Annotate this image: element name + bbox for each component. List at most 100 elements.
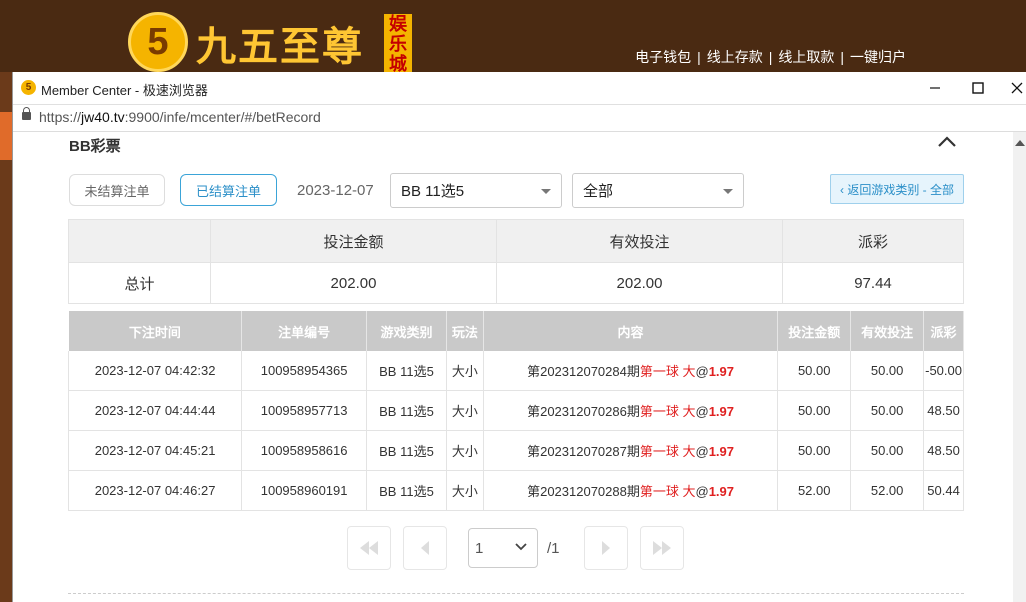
site-logo-badge: 娱 乐 城: [384, 14, 412, 74]
url-text[interactable]: https://jw40.tv:9900/infe/mcenter/#/betR…: [39, 109, 321, 125]
cell-play: 大小: [446, 351, 484, 391]
cell-time: 2023-12-07 04:44:44: [67, 390, 243, 431]
dropdown-caret-icon: [723, 189, 733, 194]
browser-logo-char: 5: [25, 82, 32, 93]
cell-play: 大小: [446, 470, 484, 511]
cell-game: BB 11选5: [366, 390, 447, 431]
cell-content: 第202312070284期第一球 大@1.97: [483, 351, 779, 391]
close-icon[interactable]: [1007, 78, 1026, 98]
window-title: Member Center - 极速浏览器: [41, 83, 208, 98]
content-pick: 第一球 大: [639, 484, 696, 499]
maximize-icon[interactable]: [968, 78, 988, 98]
content-odds: 1.97: [708, 364, 734, 379]
content-at: @: [695, 484, 709, 499]
last-page-icon[interactable]: [640, 526, 684, 570]
col-header-game: 游戏类别: [366, 311, 447, 351]
site-logo-icon: 5: [128, 12, 188, 72]
browser-window: 5 Member Center - 极速浏览器 https://jw40.tv:…: [12, 72, 1026, 602]
cell-bet: 50.00: [777, 430, 852, 471]
scroll-up-icon[interactable]: [1015, 138, 1025, 149]
cell-content: 第202312070286期第一球 大@1.97: [483, 390, 779, 431]
back-to-categories-button[interactable]: ‹ 返回游戏类别 - 全部: [830, 174, 964, 204]
url-host: jw40.tv: [81, 109, 125, 125]
cell-payout: 50.44: [923, 470, 964, 511]
content-pick: 第一球 大: [639, 404, 696, 419]
nav-separator: |: [840, 49, 844, 65]
cell-game: BB 11选5: [366, 470, 447, 511]
bottom-divider: [68, 593, 964, 594]
logo-char: 5: [147, 20, 169, 63]
content-period: 第202312070288期: [527, 484, 640, 499]
summary-header-payout: 派彩: [782, 219, 964, 263]
cell-bet: 50.00: [777, 351, 852, 391]
summary-total-bet: 202.00: [210, 262, 497, 304]
url-scheme: https://: [39, 109, 82, 125]
address-bar[interactable]: https://jw40.tv:9900/infe/mcenter/#/betR…: [13, 105, 1026, 132]
content-at: @: [695, 444, 709, 459]
browser-logo-icon: 5: [21, 80, 36, 95]
table-row: 2023-12-07 04:42:32 100958954365 BB 11选5…: [67, 351, 964, 391]
type-select[interactable]: 全部: [572, 173, 744, 208]
type-select-value: 全部: [583, 183, 614, 200]
minimize-icon[interactable]: [925, 78, 945, 98]
vertical-scrollbar[interactable]: [1013, 132, 1026, 602]
section-title: BB彩票: [69, 138, 121, 155]
date-filter[interactable]: 2023-12-07: [297, 182, 374, 199]
cell-valid: 50.00: [850, 430, 925, 471]
cell-id: 100958954365: [241, 351, 368, 391]
chevron-down-icon: [515, 542, 527, 555]
summary-total-row: 总计 202.00 202.00 97.44: [68, 262, 964, 304]
summary-total-label: 总计: [68, 262, 211, 304]
col-header-payout: 派彩: [923, 311, 964, 351]
site-header: 5 九五至尊 娱 乐 城 电子钱包 | 线上存款 | 线上取款 | 一键归户: [0, 0, 1026, 74]
table-row: 2023-12-07 04:45:21 100958958616 BB 11选5…: [67, 430, 964, 471]
badge-char: 乐: [389, 34, 407, 54]
nav-separator: |: [697, 49, 701, 65]
cell-content: 第202312070288期第一球 大@1.97: [483, 470, 779, 511]
page-select[interactable]: 1: [468, 528, 538, 568]
content-odds: 1.97: [708, 484, 734, 499]
next-page-icon[interactable]: [584, 526, 628, 570]
summary-header-bet: 投注金额: [210, 219, 497, 263]
url-path: :9900/infe/mcenter/#/betRecord: [124, 109, 321, 125]
content-pick: 第一球 大: [639, 364, 696, 379]
cell-bet: 52.00: [777, 470, 852, 511]
content-at: @: [695, 404, 709, 419]
nav-link-consolidate[interactable]: 一键归户: [850, 49, 906, 65]
game-select[interactable]: BB 11选5: [390, 173, 562, 208]
content-pick: 第一球 大: [639, 444, 696, 459]
prev-page-icon[interactable]: [403, 526, 447, 570]
tab-unsettled-bets[interactable]: 未结算注单: [69, 174, 165, 206]
tab-settled-bets[interactable]: 已结算注单: [180, 174, 277, 206]
page-left-accent: [0, 112, 12, 160]
cell-id: 100958958616: [241, 430, 368, 471]
game-select-value: BB 11选5: [401, 183, 465, 200]
nav-separator: |: [768, 49, 773, 65]
col-header-content: 内容: [483, 311, 779, 351]
window-titlebar[interactable]: 5 Member Center - 极速浏览器: [13, 72, 1026, 105]
cell-content: 第202312070287期第一球 大@1.97: [483, 430, 779, 471]
col-header-id: 注单编号: [241, 311, 368, 351]
col-header-time: 下注时间: [68, 311, 243, 351]
table-row: 2023-12-07 04:44:44 100958957713 BB 11选5…: [67, 390, 964, 431]
nav-link-wallet[interactable]: 电子钱包: [635, 49, 691, 65]
nav-link-withdraw[interactable]: 线上取款: [778, 49, 834, 65]
chevron-up-icon[interactable]: [935, 132, 959, 152]
cell-bet: 50.00: [777, 390, 852, 431]
col-header-bet: 投注金额: [777, 311, 852, 351]
nav-link-deposit[interactable]: 线上存款: [707, 49, 763, 65]
content-period: 第202312070287期: [527, 444, 640, 459]
dropdown-caret-icon: [541, 189, 551, 194]
summary-total-valid: 202.00: [496, 262, 783, 304]
badge-char: 城: [389, 54, 407, 74]
cell-play: 大小: [446, 430, 484, 471]
summary-table: 投注金额 有效投注 派彩 总计 202.00 202.00 97.44: [68, 219, 964, 304]
cell-valid: 52.00: [850, 470, 925, 511]
summary-total-payout: 97.44: [782, 262, 964, 304]
summary-header-valid: 有效投注: [496, 219, 783, 263]
first-page-icon[interactable]: [347, 526, 391, 570]
cell-payout: 48.50: [923, 390, 964, 431]
site-nav: 电子钱包 | 线上存款 | 线上取款 | 一键归户: [635, 47, 906, 67]
cell-time: 2023-12-07 04:42:32: [67, 351, 243, 391]
cell-valid: 50.00: [850, 351, 925, 391]
